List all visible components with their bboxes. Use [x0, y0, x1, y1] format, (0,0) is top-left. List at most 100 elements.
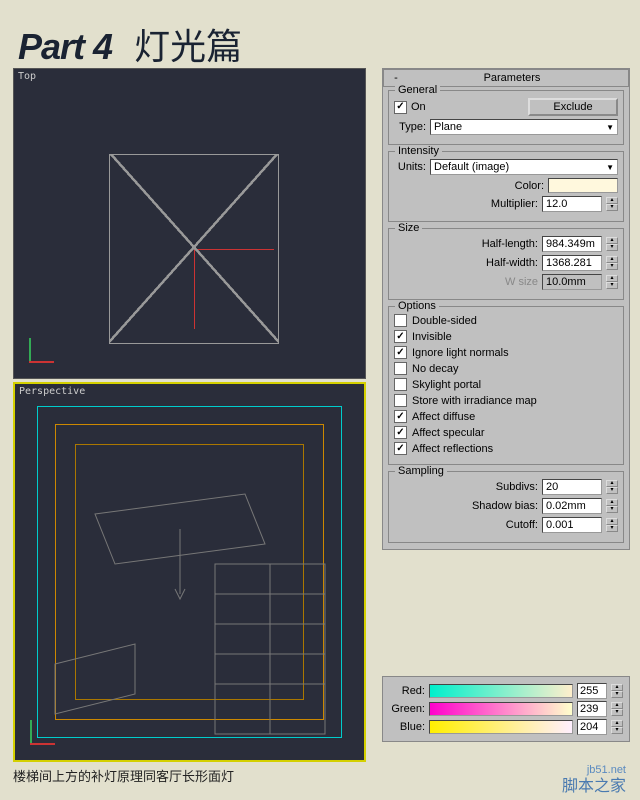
shadow-bias-input[interactable]: 0.02mm	[542, 498, 602, 514]
red-spinner[interactable]: ▴▾	[611, 684, 623, 698]
sampling-legend: Sampling	[395, 465, 447, 477]
option-label: Ignore light normals	[412, 347, 509, 359]
wireframe-rect	[109, 154, 279, 344]
caption-text: 楼梯间上方的补灯原理同客厅长形面灯	[13, 766, 234, 785]
gizmo-x-axis	[194, 249, 274, 250]
green-slider[interactable]	[429, 702, 573, 716]
heading-subtitle: 灯光篇	[134, 18, 242, 70]
options-group: Options Double-sidedInvisibleIgnore ligh…	[388, 306, 624, 465]
half-length-spinner[interactable]: ▴▾	[606, 237, 618, 251]
red-slider[interactable]	[429, 684, 573, 698]
gizmo-y-axis	[194, 249, 195, 329]
green-label: Green:	[389, 703, 425, 715]
rollout-toggle-icon[interactable]: -	[390, 72, 402, 84]
option-checkbox[interactable]	[394, 394, 407, 407]
on-label: On	[411, 101, 426, 113]
chevron-down-icon: ▼	[606, 123, 614, 132]
option-invisible: Invisible	[394, 330, 618, 343]
option-checkbox[interactable]	[394, 442, 407, 455]
option-checkbox[interactable]	[394, 378, 407, 391]
subdivs-spinner[interactable]: ▴▾	[606, 480, 618, 494]
option-affect-reflections: Affect reflections	[394, 442, 618, 455]
multiplier-label: Multiplier:	[491, 198, 538, 210]
half-width-input[interactable]: 1368.281	[542, 255, 602, 271]
viewport-top-label: Top	[18, 71, 36, 82]
rollout-title: Parameters	[402, 72, 622, 84]
intensity-legend: Intensity	[395, 145, 442, 157]
axis-indicator	[29, 333, 59, 363]
option-label: Affect specular	[412, 427, 485, 439]
red-value[interactable]: 255	[577, 683, 607, 699]
units-select[interactable]: Default (image)▼	[430, 159, 618, 175]
blue-spinner[interactable]: ▴▾	[611, 720, 623, 734]
option-checkbox[interactable]	[394, 410, 407, 423]
sampling-group: Sampling Subdivs: 20 ▴▾ Shadow bias: 0.0…	[388, 471, 624, 543]
option-checkbox[interactable]	[394, 346, 407, 359]
blue-label: Blue:	[389, 721, 425, 733]
cutoff-spinner[interactable]: ▴▾	[606, 518, 618, 532]
axis-indicator-persp	[30, 715, 60, 745]
type-label: Type:	[394, 121, 426, 133]
option-double-sided: Double-sided	[394, 314, 618, 327]
color-label: Color:	[515, 180, 544, 192]
shadow-bias-spinner[interactable]: ▴▾	[606, 499, 618, 513]
watermark-text: 脚本之家	[562, 777, 626, 796]
exclude-button[interactable]: Exclude	[528, 98, 618, 116]
option-skylight-portal: Skylight portal	[394, 378, 618, 391]
cutoff-input[interactable]: 0.001	[542, 517, 602, 533]
blue-value[interactable]: 204	[577, 719, 607, 735]
option-affect-specular: Affect specular	[394, 426, 618, 439]
half-length-input[interactable]: 984.349m	[542, 236, 602, 252]
general-group: General On Exclude Type: Plane▼	[388, 90, 624, 145]
multiplier-input[interactable]: 12.0	[542, 196, 602, 212]
color-swatch[interactable]	[548, 178, 618, 193]
subdivs-label: Subdivs:	[496, 481, 538, 493]
size-group: Size Half-length: 984.349m ▴▾ Half-width…	[388, 228, 624, 300]
page-heading: Part 4 灯光篇	[18, 18, 242, 70]
option-no-decay: No decay	[394, 362, 618, 375]
option-label: Invisible	[412, 331, 452, 343]
perspective-wireframe	[15, 384, 364, 760]
option-checkbox[interactable]	[394, 314, 407, 327]
on-checkbox[interactable]	[394, 101, 407, 114]
option-label: Store with irradiance map	[412, 395, 537, 407]
option-ignore-light-normals: Ignore light normals	[394, 346, 618, 359]
viewport-perspective[interactable]: Perspective	[13, 382, 366, 762]
option-label: Affect diffuse	[412, 411, 475, 423]
viewport-top[interactable]: Top	[13, 68, 366, 379]
half-width-label: Half-width:	[486, 257, 538, 269]
parameters-panel: - Parameters General On Exclude Type: Pl…	[382, 68, 630, 550]
multiplier-spinner[interactable]: ▴▾	[606, 197, 618, 211]
options-legend: Options	[395, 300, 439, 312]
green-spinner[interactable]: ▴▾	[611, 702, 623, 716]
half-length-label: Half-length:	[482, 238, 538, 250]
units-label: Units:	[394, 161, 426, 173]
w-size-label: W size	[505, 276, 538, 288]
general-legend: General	[395, 84, 440, 96]
option-label: Double-sided	[412, 315, 477, 327]
chevron-down-icon: ▼	[606, 163, 614, 172]
watermark: jb51.net 脚本之家	[562, 764, 626, 796]
intensity-group: Intensity Units: Default (image)▼ Color:…	[388, 151, 624, 222]
w-size-spinner: ▴▾	[606, 275, 618, 289]
option-label: Skylight portal	[412, 379, 481, 391]
heading-part: Part 4	[18, 26, 112, 68]
watermark-url: jb51.net	[562, 764, 626, 777]
shadow-bias-label: Shadow bias:	[472, 500, 538, 512]
rgb-panel: Red: 255 ▴▾ Green: 239 ▴▾ Blue: 204 ▴▾	[382, 676, 630, 742]
cutoff-label: Cutoff:	[506, 519, 538, 531]
option-affect-diffuse: Affect diffuse	[394, 410, 618, 423]
option-checkbox[interactable]	[394, 362, 407, 375]
red-label: Red:	[389, 685, 425, 697]
option-checkbox[interactable]	[394, 426, 407, 439]
option-checkbox[interactable]	[394, 330, 407, 343]
option-label: Affect reflections	[412, 443, 493, 455]
subdivs-input[interactable]: 20	[542, 479, 602, 495]
option-label: No decay	[412, 363, 458, 375]
size-legend: Size	[395, 222, 422, 234]
half-width-spinner[interactable]: ▴▾	[606, 256, 618, 270]
w-size-input: 10.0mm	[542, 274, 602, 290]
green-value[interactable]: 239	[577, 701, 607, 717]
blue-slider[interactable]	[429, 720, 573, 734]
type-select[interactable]: Plane▼	[430, 119, 618, 135]
